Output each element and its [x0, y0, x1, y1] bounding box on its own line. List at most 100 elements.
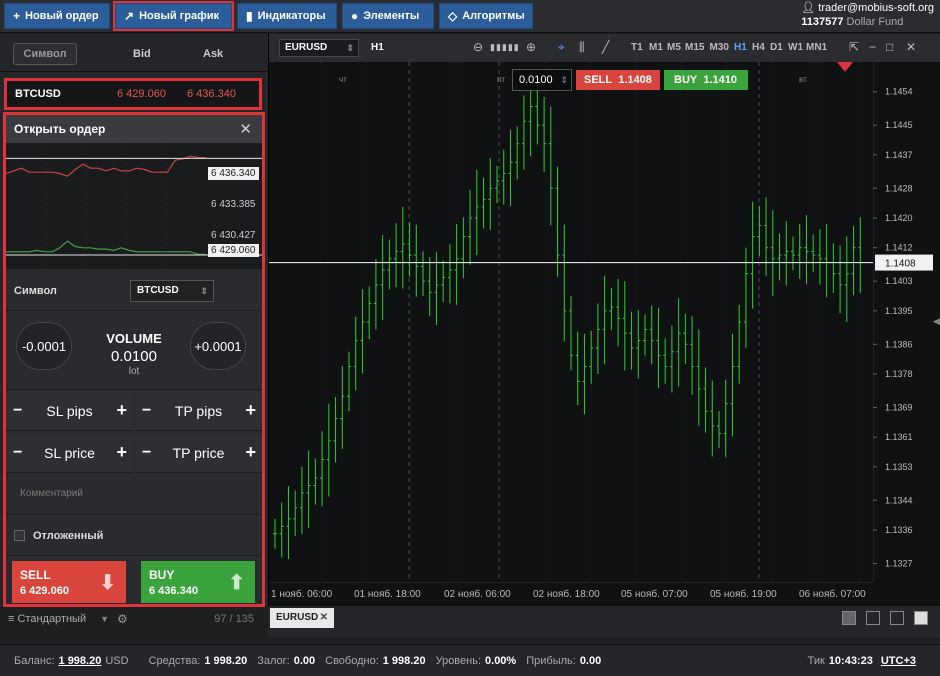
- elements-button[interactable]: ● Элементы: [342, 3, 434, 29]
- maximize-icon[interactable]: □: [886, 40, 893, 54]
- tp-price-plus-button[interactable]: +: [245, 442, 256, 463]
- price-bar: [730, 333, 735, 437]
- layout-single-icon[interactable]: [842, 611, 856, 625]
- price-bar: [468, 189, 473, 265]
- price-bar: [817, 229, 822, 285]
- close-chart-icon[interactable]: ✕: [906, 40, 916, 54]
- time-tick: 05 нояб. 07:00: [621, 588, 688, 600]
- tp-price-minus-button[interactable]: −: [142, 444, 151, 462]
- time-tick: 02 нояб. 18:00: [533, 588, 600, 600]
- row-symbol: BTCUSD: [15, 88, 61, 100]
- layout-grid-icon[interactable]: [866, 611, 880, 625]
- price-bar: [441, 260, 446, 302]
- dropdown-icon[interactable]: ▼: [100, 614, 109, 624]
- price-bar: [791, 236, 795, 270]
- zoom-in-icon[interactable]: ⊕: [526, 40, 536, 54]
- buy-button[interactable]: BUY 6 436.340 ⬆: [141, 561, 255, 603]
- volume-value[interactable]: 0.0100: [92, 348, 176, 365]
- close-icon[interactable]: ✕: [320, 608, 328, 628]
- timeframe-mn1[interactable]: MN1: [806, 42, 827, 53]
- popout-icon[interactable]: ⇱: [849, 40, 859, 54]
- timeframe-m5[interactable]: M5: [667, 42, 681, 53]
- pending-checkbox[interactable]: [14, 530, 25, 541]
- volume-unit: lot: [128, 366, 140, 377]
- volume-increase-button[interactable]: +0.0001: [190, 322, 246, 370]
- mini-price-chart: 6 436.340 6 433.385 6 430.427 6 429.060: [5, 143, 262, 269]
- free-label: Свободно:: [325, 654, 379, 667]
- chart-symbol-select[interactable]: EURUSD ⇕: [279, 39, 359, 57]
- price-chart[interactable]: чт пт вт: [269, 62, 873, 582]
- price-axis[interactable]: 1.1454 1.1445 1.1437 1.1428 1.1420 1.1412 1.14…: [873, 62, 940, 582]
- price-tick: 1.1437: [885, 150, 913, 160]
- candles-icon[interactable]: ⫼: [579, 40, 585, 55]
- price-bar: [784, 220, 789, 286]
- close-icon[interactable]: ✕: [239, 120, 252, 138]
- sell-button[interactable]: SELL 6 429.060 ⬇: [12, 561, 126, 603]
- mini-bid-label: 6 429.060: [208, 244, 259, 257]
- timeframe-m15[interactable]: M15: [685, 42, 704, 53]
- time-tick: 01 нояб. 18:00: [354, 588, 421, 600]
- crosshair-icon[interactable]: ⌖: [558, 40, 565, 55]
- algorithms-button[interactable]: ◇ Алгоритмы: [439, 3, 533, 29]
- symbol-button[interactable]: Символ: [13, 43, 77, 65]
- gear-icon[interactable]: ⚙: [117, 612, 128, 626]
- price-bar: [575, 331, 580, 406]
- timeframe-t1[interactable]: T1: [631, 42, 643, 53]
- timeframe-d1[interactable]: D1: [770, 42, 783, 53]
- chart-buy-button[interactable]: BUY 1.1410: [664, 70, 748, 90]
- timeframe-w1[interactable]: W1: [788, 42, 803, 53]
- timeframe-h1[interactable]: H1: [734, 42, 747, 53]
- time-axis[interactable]: 1 нояб. 06:00 01 нояб. 18:00 02 нояб. 06:0…: [269, 582, 873, 606]
- alert-marker[interactable]: [837, 62, 853, 72]
- price-bar: [521, 95, 526, 170]
- price-bar: [770, 210, 775, 296]
- tp-price-label[interactable]: TP price: [135, 445, 262, 461]
- account-info[interactable]: 👤︎ trader@mobius-soft.org 1137577 Dollar…: [801, 1, 934, 29]
- watchlist-row[interactable]: BTCUSD 6 429.060 6 436.340: [4, 78, 262, 110]
- timeframe-h4[interactable]: H4: [752, 42, 765, 53]
- minimize-icon[interactable]: −: [869, 40, 876, 54]
- zoom-out-icon[interactable]: ⊖: [473, 40, 483, 54]
- price-bar: [400, 206, 405, 289]
- chart-sell-button[interactable]: SELL 1.1408: [576, 70, 660, 90]
- indicators-button[interactable]: ▮ Индикаторы: [237, 3, 337, 29]
- chart-volume-input[interactable]: 0.0100 ⇕: [512, 69, 572, 91]
- price-tick: 1.1420: [885, 213, 913, 223]
- symbol-select[interactable]: BTCUSD ⇕: [130, 280, 214, 302]
- sl-price-label[interactable]: SL price: [6, 445, 133, 461]
- price-tick: 1.1445: [885, 120, 913, 130]
- layout-columns-icon[interactable]: [890, 611, 904, 625]
- timeframe-m1[interactable]: M1: [649, 42, 663, 53]
- sl-pips-label[interactable]: SL pips: [6, 403, 133, 419]
- balance-value[interactable]: 1 998.20: [59, 655, 102, 667]
- price-bar: [804, 215, 809, 285]
- pending-order-option[interactable]: Отложенный: [6, 516, 262, 556]
- price-bar: [609, 287, 614, 331]
- sl-pips-minus-button[interactable]: −: [13, 402, 22, 420]
- profit-label: Прибыль:: [526, 654, 576, 667]
- sl-price-plus-button[interactable]: +: [116, 442, 127, 463]
- price-bar: [481, 177, 486, 229]
- new-order-button[interactable]: + Новый ордер: [4, 3, 110, 29]
- account-number: 1137577: [801, 16, 844, 28]
- style-select[interactable]: ≡ Стандартный: [8, 613, 86, 625]
- volume-decrease-button[interactable]: -0.0001: [16, 322, 72, 370]
- time-tick: 1 нояб. 06:00: [271, 588, 333, 600]
- timeframe-m30[interactable]: M30: [710, 42, 729, 53]
- sl-pips-plus-button[interactable]: +: [116, 400, 127, 421]
- day-label: вт: [799, 75, 807, 84]
- layout-rows-icon[interactable]: [914, 611, 928, 625]
- line-chart-icon[interactable]: ╱: [602, 40, 609, 54]
- price-bar: [299, 466, 304, 534]
- price-bar: [764, 197, 769, 276]
- zoom-slider[interactable]: ▮▮▮▮▮: [490, 42, 520, 53]
- tp-pips-minus-button[interactable]: −: [142, 402, 151, 420]
- panel-toggle-icon[interactable]: ◀: [933, 316, 940, 327]
- timezone[interactable]: UTC+3: [881, 655, 916, 667]
- sl-price-minus-button[interactable]: −: [13, 444, 22, 462]
- tp-pips-label[interactable]: TP pips: [135, 403, 262, 419]
- tp-pips-plus-button[interactable]: +: [245, 400, 256, 421]
- comment-field[interactable]: Комментарий: [6, 475, 262, 515]
- chart-tab[interactable]: EURUSD ✕: [270, 608, 334, 628]
- new-chart-button[interactable]: ↗ Новый график: [113, 1, 234, 31]
